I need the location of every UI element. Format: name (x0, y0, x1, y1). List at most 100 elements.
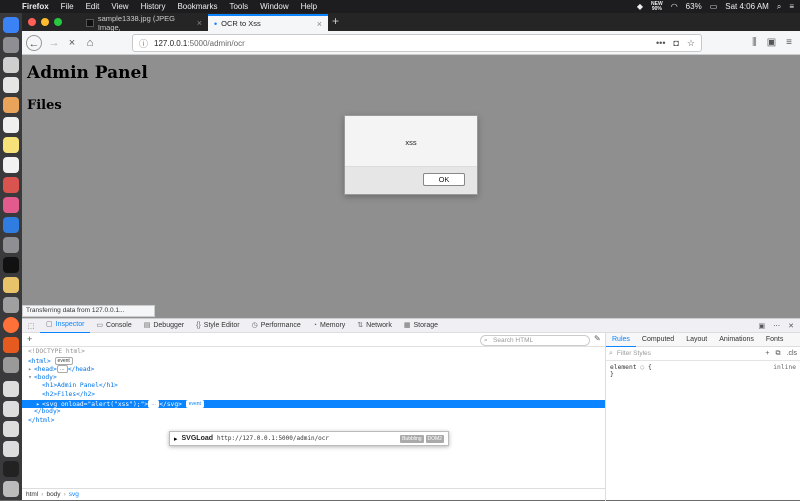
sidebar-icon[interactable]: ▣ (767, 37, 776, 48)
tree-node-head[interactable]: ▸<head>…</head> (22, 365, 605, 374)
document-icon[interactable] (3, 461, 19, 477)
hamburger-menu-icon[interactable]: ≡ (786, 37, 792, 48)
toggle-pseudo-class-icon[interactable]: ⧉ (776, 350, 781, 358)
filter-styles-input[interactable]: Filter Styles (617, 349, 757, 359)
collapsed-badge[interactable]: … (57, 365, 68, 373)
app-icon[interactable] (3, 357, 19, 373)
menu-file[interactable]: File (61, 2, 74, 11)
tab-console[interactable]: ▭Console (90, 319, 137, 333)
tree-node-html[interactable]: <html> event (22, 357, 605, 366)
menu-tools[interactable]: Tools (229, 2, 248, 11)
terminal-icon[interactable] (3, 257, 19, 273)
breadcrumb-svg[interactable]: svg (69, 491, 79, 498)
forward-button[interactable]: → (46, 35, 62, 51)
document-icon[interactable] (3, 381, 19, 397)
event-source-url[interactable]: http://127.0.0.1:5000/admin/ocr (217, 435, 329, 442)
tab-computed[interactable]: Computed (636, 333, 680, 347)
menu-window[interactable]: Window (260, 2, 288, 11)
notes-icon[interactable] (3, 137, 19, 153)
tab-storage[interactable]: ▦Storage (398, 319, 444, 333)
tab-network[interactable]: ⇅Network (351, 319, 398, 333)
music-icon[interactable] (3, 197, 19, 213)
collapse-arrow-icon[interactable]: ▾ (26, 374, 34, 383)
help-icon[interactable] (3, 297, 19, 313)
element-picker-icon[interactable]: ⬚ (22, 322, 40, 330)
menu-view[interactable]: View (111, 2, 128, 11)
close-devtools-icon[interactable]: ✕ (788, 322, 794, 330)
tree-node-body-close[interactable]: </body> (22, 408, 605, 417)
tab-sample-image[interactable]: sample1338.jpg (JPEG Image, × (80, 14, 208, 31)
add-node-icon[interactable]: + (27, 334, 32, 344)
reminders-icon[interactable] (3, 157, 19, 173)
event-badge[interactable]: event (186, 400, 204, 408)
tree-node-doctype[interactable]: <!DOCTYPE html> (22, 348, 605, 357)
breadcrumb-body[interactable]: body (46, 491, 60, 498)
minimize-window-button[interactable] (41, 18, 49, 26)
tree-node-h1[interactable]: <h1>Admin Panel</h1> (22, 382, 605, 391)
tree-node-body[interactable]: ▾<body> (22, 374, 605, 383)
contacts-icon[interactable] (3, 97, 19, 113)
battery-percent[interactable]: 63% (686, 2, 702, 11)
trash-icon[interactable] (3, 481, 19, 497)
tab-rules[interactable]: Rules (606, 333, 636, 347)
page-actions-button[interactable]: ••• (656, 38, 665, 49)
network-badge[interactable]: NEW90% (651, 2, 663, 12)
add-rule-icon[interactable]: + (765, 350, 769, 358)
home-button[interactable]: ⌂ (82, 35, 98, 51)
tab-memory[interactable]: ◔Memory (307, 319, 352, 333)
notification-center-icon[interactable]: ≡ (789, 2, 794, 11)
menu-edit[interactable]: Edit (86, 2, 100, 11)
close-window-button[interactable] (28, 18, 36, 26)
library-icon[interactable]: ⫼ (752, 37, 757, 48)
document-icon[interactable] (3, 421, 19, 437)
finder-icon[interactable] (3, 17, 19, 33)
tab-debugger[interactable]: ▤Debugger (138, 319, 190, 333)
safari-icon[interactable] (3, 57, 19, 73)
spotlight-icon[interactable]: ⌕ (777, 2, 781, 12)
pocket-icon[interactable]: ◘ (673, 38, 678, 49)
alert-ok-button[interactable]: OK (423, 173, 465, 186)
preview-icon[interactable] (3, 277, 19, 293)
dropbox-icon[interactable]: ◆ (637, 2, 643, 11)
close-tab-button[interactable]: × (197, 18, 202, 28)
tree-node-svg-selected[interactable]: ▸<svg onload="alert("xss");">…</svg> eve… (22, 400, 605, 409)
new-tab-button[interactable]: + (332, 14, 339, 28)
search-html-input[interactable]: ⌕ Search HTML (480, 335, 590, 346)
launchpad-icon[interactable] (3, 37, 19, 53)
menu-history[interactable]: History (141, 2, 166, 11)
tab-inspector[interactable]: ▢Inspector (40, 319, 90, 333)
eyedropper-icon[interactable]: ✎ (594, 334, 601, 343)
site-info-icon[interactable]: ⓘ (139, 37, 148, 50)
document-icon[interactable] (3, 441, 19, 457)
battery-icon[interactable]: ▭ (710, 2, 718, 11)
tab-performance[interactable]: ◷Performance (246, 319, 307, 333)
devtools-menu-icon[interactable]: ⋯ (773, 322, 780, 330)
mail-icon[interactable] (3, 77, 19, 93)
tab-ocr-to-xss[interactable]: • OCR to Xss × (208, 14, 328, 31)
menu-help[interactable]: Help (301, 2, 317, 11)
tab-style-editor[interactable]: {}Style Editor (190, 319, 245, 333)
collapsed-badge[interactable]: … (148, 400, 159, 408)
app-store-icon[interactable] (3, 217, 19, 233)
tree-node-html-close[interactable]: </html> (22, 417, 605, 426)
url-bar[interactable]: ⓘ 127.0.0.1:5000/admin/ocr ••• ◘ ☆ (132, 34, 702, 52)
wifi-icon[interactable]: ◠ (671, 2, 678, 11)
system-preferences-icon[interactable] (3, 237, 19, 253)
menu-bookmarks[interactable]: Bookmarks (177, 2, 217, 11)
sublime-icon[interactable] (3, 337, 19, 353)
zoom-window-button[interactable] (54, 18, 62, 26)
cls-toggle-button[interactable]: .cls (787, 350, 798, 358)
tab-animations[interactable]: Animations (713, 333, 760, 347)
clock[interactable]: Sat 4:06 AM (725, 2, 769, 11)
firefox-icon[interactable] (3, 317, 19, 333)
event-badge[interactable]: event (55, 357, 73, 365)
calendar-icon[interactable] (3, 117, 19, 133)
bookmark-star-icon[interactable]: ☆ (687, 38, 695, 49)
dock-side-icon[interactable]: ▣ (759, 322, 766, 330)
stop-button[interactable]: × (64, 35, 80, 51)
tree-node-h2[interactable]: <h2>Files</h2> (22, 391, 605, 400)
expand-arrow-icon[interactable]: ▸ (174, 435, 178, 443)
breadcrumb-html[interactable]: html (26, 491, 38, 498)
tab-fonts[interactable]: Fonts (760, 333, 790, 347)
document-icon[interactable] (3, 401, 19, 417)
